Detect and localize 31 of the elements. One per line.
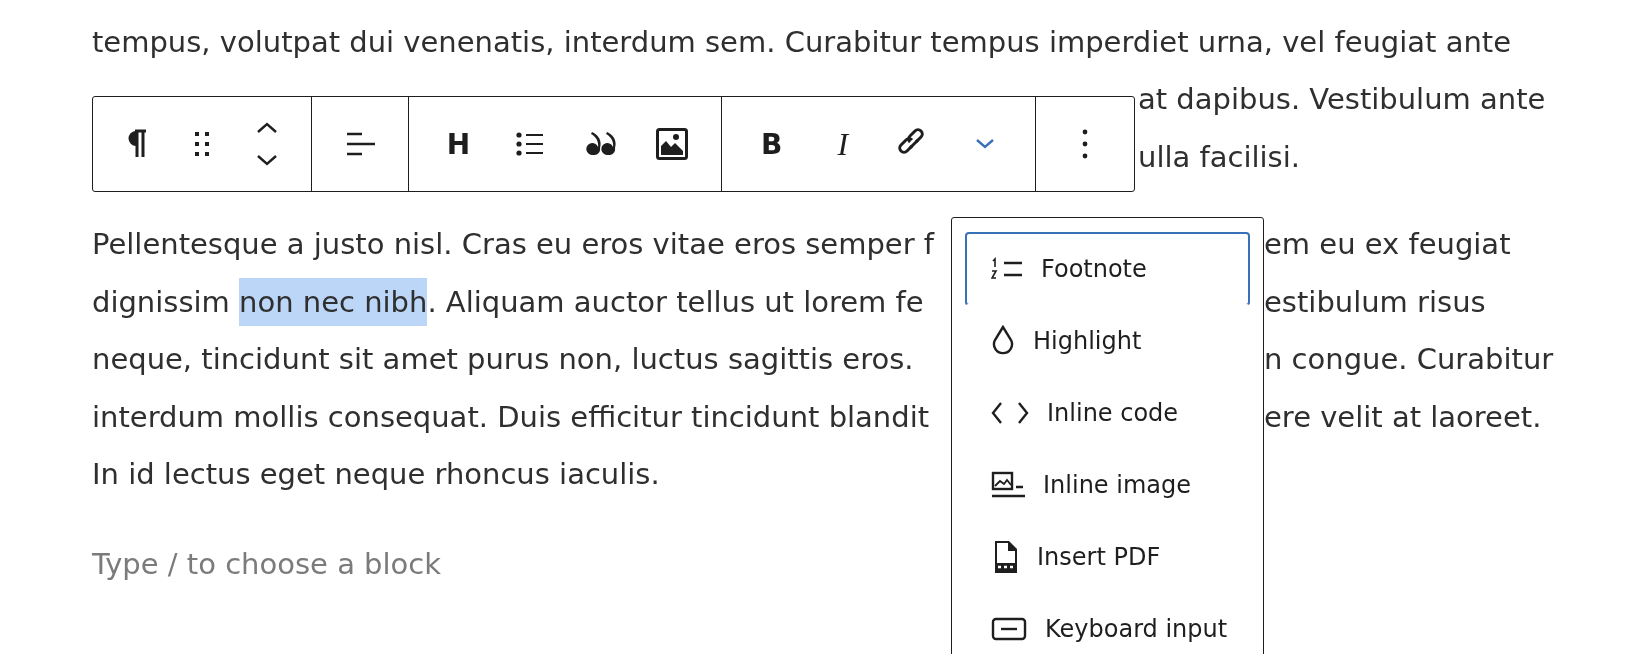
drag-handle-icon <box>193 131 210 157</box>
paragraph-text: Pellentesque a justo nisl. Cras eu eros vitae eros semper f <box>92 226 935 264</box>
inline-image-icon <box>991 471 1025 499</box>
keyboard-icon <box>991 617 1027 641</box>
list-icon <box>515 132 544 156</box>
heading-button[interactable]: H <box>436 120 481 168</box>
block-input-field[interactable]: Type / to choose a block <box>92 535 442 593</box>
paragraph-text: at dapibus. Vestibulum ante <box>1138 82 1546 117</box>
paragraph-text: ere velit at laoreet. <box>1264 399 1543 434</box>
menu-item[interactable]: Footnote <box>965 232 1250 306</box>
image-icon <box>656 128 689 160</box>
paragraph-text: . Aliquam auctor tellus ut lorem fe <box>427 283 924 321</box>
quote-icon <box>585 132 616 156</box>
align-left-icon <box>344 131 375 157</box>
droplet-icon <box>991 325 1015 357</box>
paragraph-text: n congue. Curabitur <box>1264 342 1555 377</box>
more-options-icon <box>1081 129 1088 159</box>
selected-text: non nec nibh <box>239 277 428 326</box>
paragraph-text: em eu ex feugiat <box>1264 227 1512 262</box>
paragraph-text: ulla facilisi. <box>1138 139 1300 174</box>
code-icon <box>991 401 1029 425</box>
paragraph-text: neque, tincidunt sit amet purus non, luctus sagittis eros. <box>92 341 914 379</box>
chevron-down-icon <box>975 138 996 150</box>
paragraph-text: In id lectus eget neque rhoncus iaculis. <box>92 456 660 494</box>
bold-button[interactable]: B <box>749 120 794 168</box>
paragraph-text: dignissim <box>92 283 231 321</box>
paragraph-text: estibulum risus <box>1264 284 1487 319</box>
italic-button[interactable]: I <box>820 120 865 168</box>
paragraph-text: tempus, volutpat dui venenatis, interdum sem. Curabitur tempus imperdiet urna, vel feugiat ante <box>92 24 1512 59</box>
paragraph-text: interdum mollis consequat. Duis efficitur tincidunt blandit <box>92 398 930 436</box>
footnote-icon <box>991 257 1023 281</box>
